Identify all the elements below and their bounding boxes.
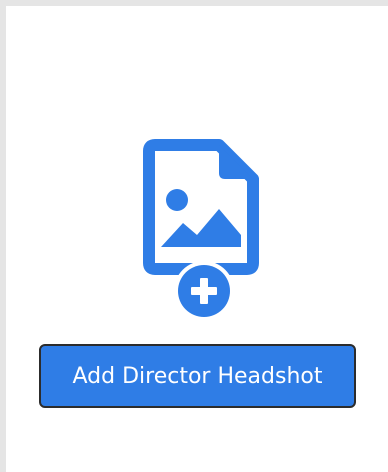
add-director-headshot-button[interactable]: Add Director Headshot — [39, 344, 356, 408]
image-file-add-icon[interactable] — [143, 137, 265, 323]
image-file-add-icon-graphic — [143, 139, 259, 321]
headshot-upload-panel: Add Director Headshot — [6, 6, 388, 472]
